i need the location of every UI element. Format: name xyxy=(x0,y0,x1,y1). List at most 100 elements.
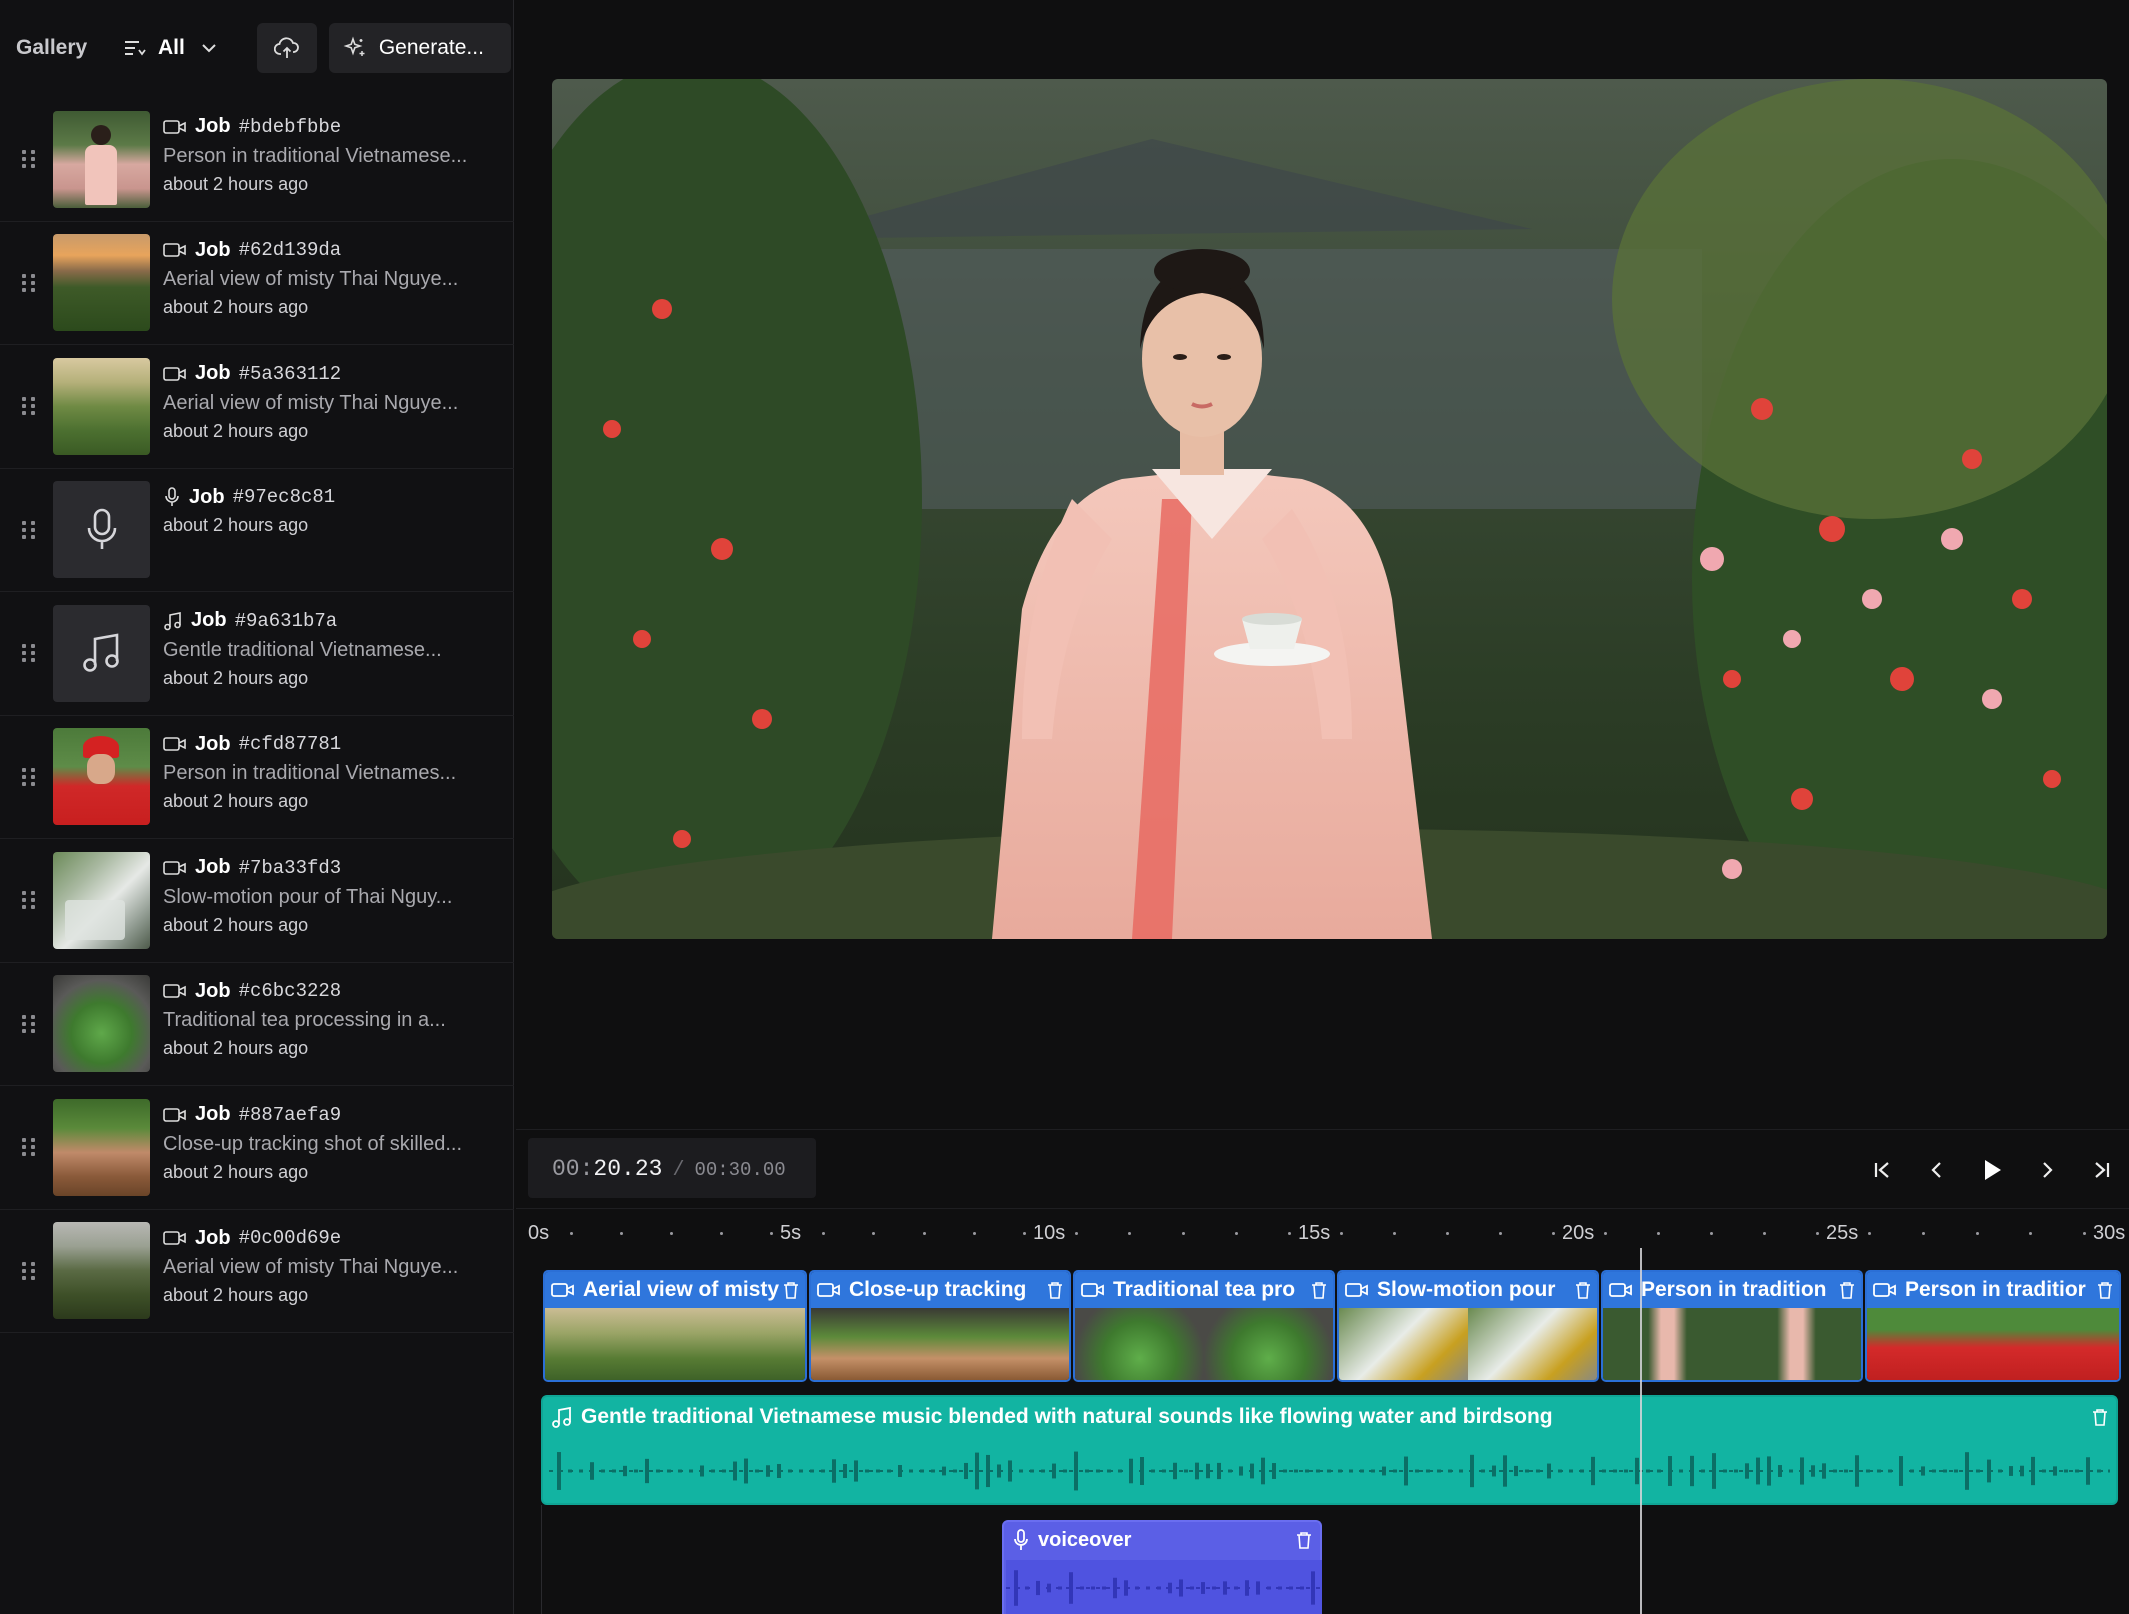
skip-to-end-button[interactable] xyxy=(2086,1154,2118,1186)
job-description: Aerial view of misty Thai Nguye... xyxy=(163,268,459,291)
video-camera-icon xyxy=(1609,1283,1632,1297)
video-clip[interactable]: Person in traditior xyxy=(1865,1270,2121,1382)
waveform-bar xyxy=(1778,1465,1782,1477)
drag-handle-icon[interactable] xyxy=(22,1138,36,1157)
video-clip[interactable]: Slow-motion pour xyxy=(1337,1270,1599,1382)
job-timestamp: about 2 hours ago xyxy=(163,173,309,194)
trash-icon[interactable] xyxy=(2097,1281,2113,1299)
job-item[interactable]: Job #5a363112 Aerial view of misty Thai N… xyxy=(0,345,514,469)
waveform-bar xyxy=(2009,1466,2013,1476)
waveform-bar xyxy=(1272,1463,1276,1479)
job-description: Person in traditional Vietnames... xyxy=(163,762,457,785)
drag-handle-icon[interactable] xyxy=(22,397,36,416)
job-item[interactable]: Job #c6bc3228 Traditional tea processing … xyxy=(0,963,514,1086)
previous-frame-button[interactable] xyxy=(1921,1154,1953,1186)
waveform-bar xyxy=(1245,1580,1249,1596)
trash-icon[interactable] xyxy=(1839,1281,1855,1299)
play-button[interactable] xyxy=(1976,1154,2008,1186)
waveform-bar xyxy=(1135,1586,1139,1590)
waveform-bar xyxy=(843,1464,847,1478)
clip-filmstrip xyxy=(1339,1308,1597,1380)
job-item[interactable]: Job #bdebfbbe Person in traditional Vietn… xyxy=(0,98,514,222)
job-id: #7ba33fd3 xyxy=(238,856,342,879)
job-item[interactable]: Job #7ba33fd3 Slow-motion pour of Thai Ng… xyxy=(0,839,514,963)
playhead[interactable] xyxy=(1640,1248,1642,1614)
waveform-bar xyxy=(1646,1469,1650,1473)
waveform-bar xyxy=(1877,1469,1881,1473)
generate-button[interactable]: Generate... xyxy=(328,23,511,73)
drag-handle-icon[interactable] xyxy=(22,767,36,786)
waveform-bar xyxy=(1151,1469,1155,1473)
microphone-icon xyxy=(1014,1529,1028,1550)
next-frame-button[interactable] xyxy=(2031,1154,2063,1186)
gallery-title: Gallery xyxy=(16,36,88,59)
drag-handle-icon[interactable] xyxy=(22,273,36,292)
waveform-bar xyxy=(799,1469,803,1473)
trash-icon[interactable] xyxy=(1047,1281,1063,1299)
waveform-bar xyxy=(1118,1469,1122,1473)
upload-button[interactable] xyxy=(256,23,317,73)
drag-handle-icon[interactable] xyxy=(22,1014,36,1033)
waveform-bar xyxy=(1283,1469,1287,1473)
job-item[interactable]: Job #0c00d69e Aerial view of misty Thai N… xyxy=(0,1210,514,1333)
video-camera-icon xyxy=(163,1107,186,1122)
current-time: 00:20.23 xyxy=(552,1156,662,1182)
trash-icon[interactable] xyxy=(1311,1281,1327,1299)
waveform-bar xyxy=(1800,1457,1804,1485)
waveform-bar xyxy=(557,1452,561,1490)
drag-handle-icon[interactable] xyxy=(22,1261,36,1280)
music-track[interactable]: Gentle traditional Vietnamese music blen… xyxy=(541,1395,2118,1505)
video-clip[interactable]: Traditional tea pro xyxy=(1073,1270,1335,1382)
job-item[interactable]: Job #887aefa9 Close-up tracking shot of s… xyxy=(0,1086,514,1210)
waveform-bar xyxy=(1635,1457,1639,1485)
waveform-bar xyxy=(898,1464,902,1478)
ruler-tick xyxy=(1710,1232,1713,1235)
job-label: Job xyxy=(195,979,231,1002)
job-item[interactable]: Job #cfd87781 Person in traditional Vietn… xyxy=(0,716,514,839)
ruler-label: 20s xyxy=(1562,1222,1595,1244)
trash-icon[interactable] xyxy=(1296,1531,1312,1549)
trash-icon[interactable] xyxy=(1575,1281,1591,1299)
filter-label: All xyxy=(158,36,185,59)
skip-to-start-button[interactable] xyxy=(1866,1154,1898,1186)
job-id: #97ec8c81 xyxy=(232,486,336,509)
waveform-bar xyxy=(1267,1586,1271,1590)
clip-filmstrip xyxy=(1075,1308,1333,1380)
drag-handle-icon[interactable] xyxy=(22,520,36,539)
ruler-tick xyxy=(1921,1232,1925,1235)
job-item[interactable]: Job #9a631b7a Gentle traditional Vietname… xyxy=(0,592,514,716)
waveform-bar xyxy=(1360,1469,1364,1473)
job-thumbnail xyxy=(53,110,150,208)
video-clip[interactable]: Close-up tracking xyxy=(809,1270,1071,1382)
clip-label: Person in tradition xyxy=(1641,1278,1827,1301)
waveform-bar xyxy=(1855,1455,1859,1487)
drag-handle-icon[interactable] xyxy=(22,644,36,663)
drag-handle-icon[interactable] xyxy=(22,891,36,910)
clip-filmstrip xyxy=(545,1308,805,1380)
waveform-bar xyxy=(1096,1469,1100,1473)
trash-icon[interactable] xyxy=(783,1281,799,1299)
filter-dropdown[interactable]: All xyxy=(114,22,239,74)
job-timestamp: about 2 hours ago xyxy=(163,515,309,536)
waveform-bar xyxy=(1536,1469,1540,1473)
waveform-bar xyxy=(1074,1451,1078,1491)
video-clip[interactable]: Aerial view of misty xyxy=(543,1270,807,1382)
job-label: Job xyxy=(195,362,231,385)
ruler-tick xyxy=(1816,1232,1819,1235)
job-id: #0c00d69e xyxy=(238,1227,342,1250)
waveform-bar xyxy=(2031,1456,2035,1486)
waveform-bar xyxy=(1668,1456,1672,1486)
waveform-bar xyxy=(953,1469,957,1473)
voiceover-track[interactable]: voiceover xyxy=(1002,1520,1322,1614)
job-item[interactable]: Job #97ec8c81 about 2 hours ago xyxy=(0,469,514,592)
ruler-label: 10s xyxy=(1033,1222,1066,1244)
job-description: Gentle traditional Vietnamese... xyxy=(163,638,442,661)
waveform-bar xyxy=(1025,1586,1029,1590)
drag-handle-icon[interactable] xyxy=(22,150,36,169)
job-item[interactable]: Job #62d139da Aerial view of misty Thai N… xyxy=(0,222,514,345)
timeline-ruler[interactable]: 0s 5s 10s 15s 20s 25s 30s xyxy=(528,1214,2129,1254)
video-camera-icon xyxy=(163,860,186,875)
trash-icon[interactable] xyxy=(2092,1408,2108,1426)
video-preview[interactable] xyxy=(552,79,2107,939)
waveform-bar xyxy=(1239,1466,1243,1476)
